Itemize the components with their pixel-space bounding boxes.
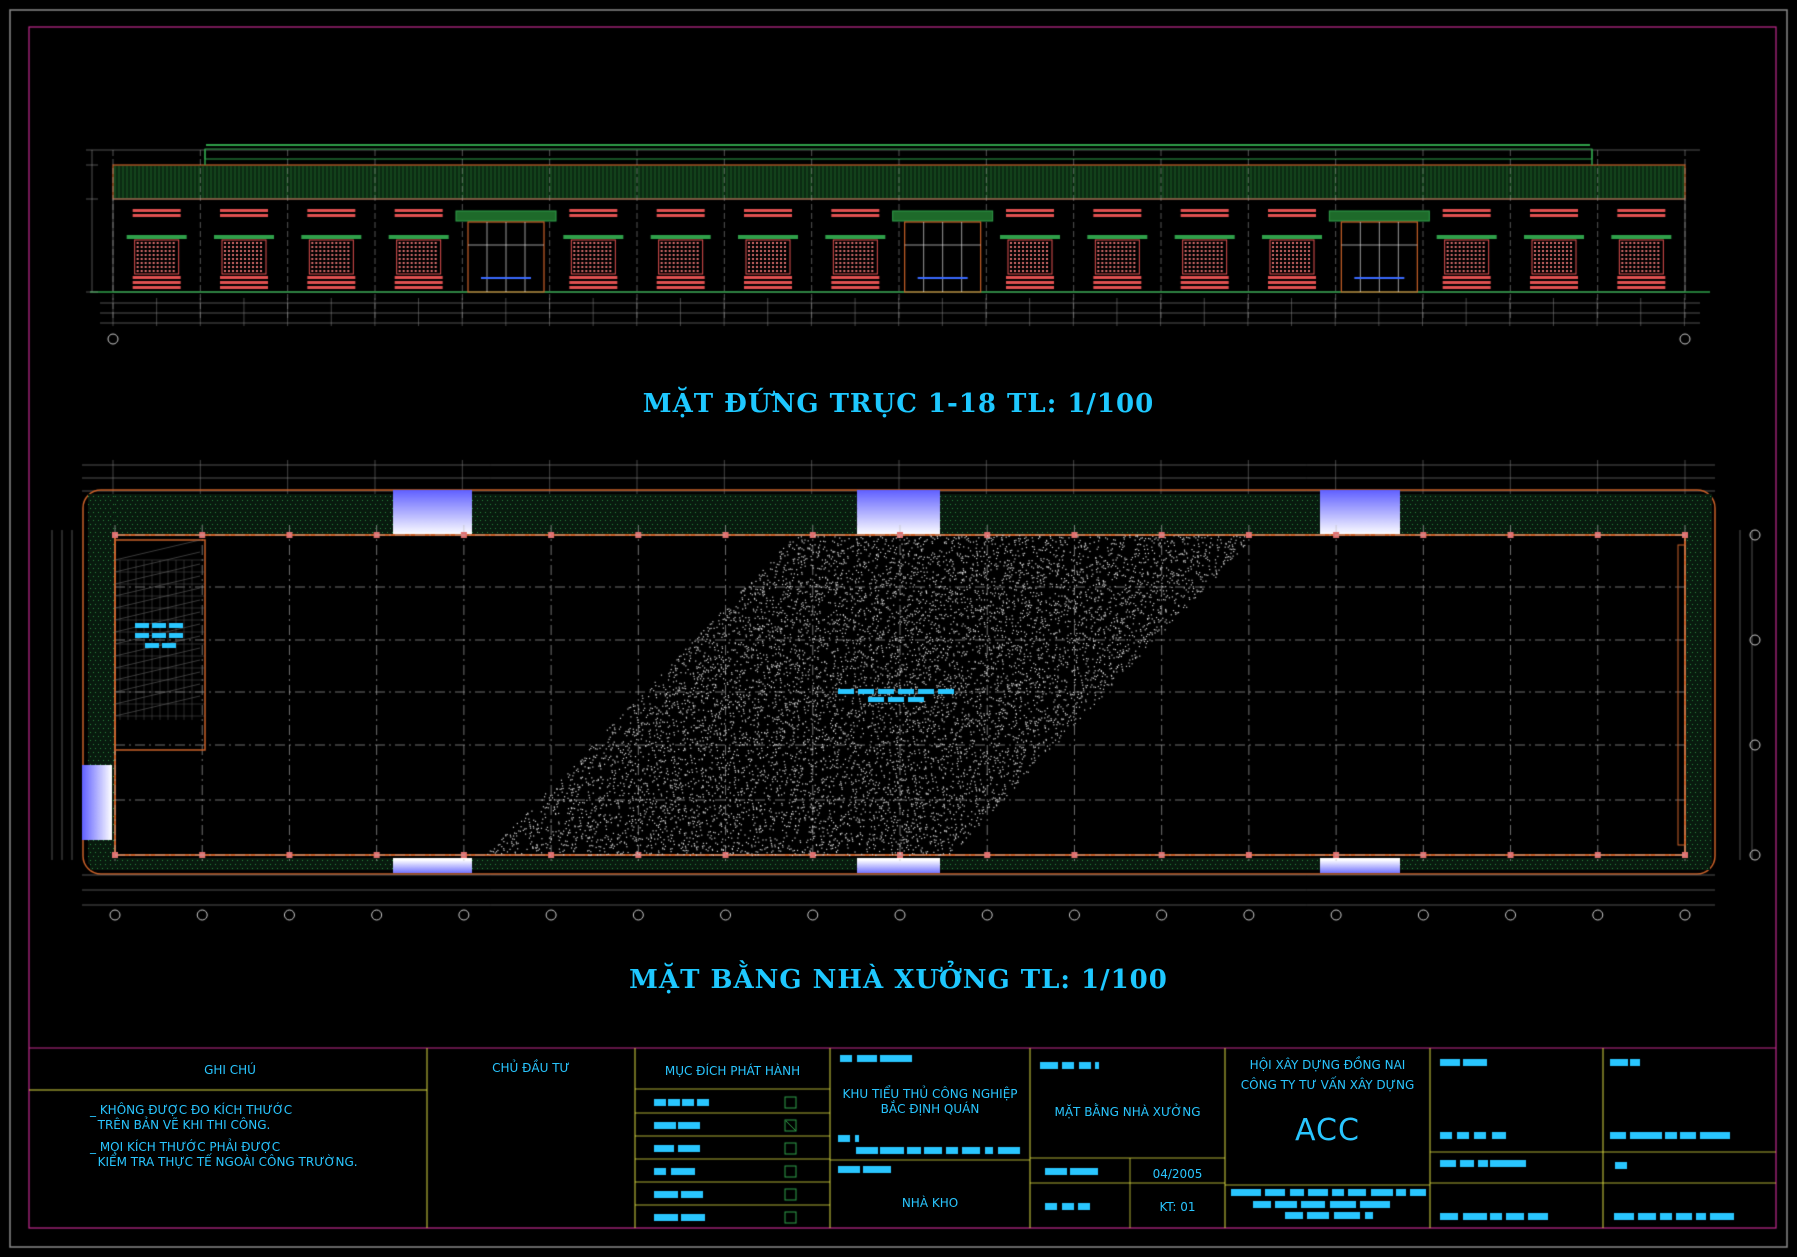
- sheet-title: MẶT BẰNG NHÀ XƯỞNG: [1054, 1105, 1201, 1119]
- elevation-title: MẶT ĐỨNG TRỤC 1-18 TL: 1/100: [642, 389, 1155, 419]
- note-1: _ KHÔNG ĐƯỢC ĐO KÍCH THƯỚC TRÊN BẢN VẼ K…: [90, 1103, 293, 1132]
- company-logo-text: ACC: [1295, 1113, 1360, 1148]
- owner-header: CHỦ ĐẦU TƯ: [492, 1061, 570, 1075]
- issue-date: 04/2005: [1152, 1167, 1203, 1181]
- purpose-header: MỤC ĐÍCH PHÁT HÀNH: [664, 1064, 801, 1078]
- building-name: NHÀ KHO: [901, 1196, 959, 1210]
- plan-title: MẶT BẰNG NHÀ XƯỞNG TL: 1/100: [629, 965, 1168, 995]
- company-name: CÔNG TY TƯ VẤN XÂY DỰNG: [1240, 1078, 1415, 1092]
- notes-header: GHI CHÚ: [204, 1063, 256, 1077]
- note-2: _ MỌI KÍCH THƯỚC PHẢI ĐƯỢC KIỂM TRA THỰC…: [90, 1140, 358, 1169]
- sheet-code: KT: 01: [1159, 1200, 1196, 1214]
- project-name: KHU TIỂU THỦ CÔNG NGHIỆP BẮC ĐỊNH QUÁN: [842, 1087, 1018, 1116]
- association-name: HỘI XÂY DỰNG ĐỒNG NAI: [1249, 1058, 1406, 1072]
